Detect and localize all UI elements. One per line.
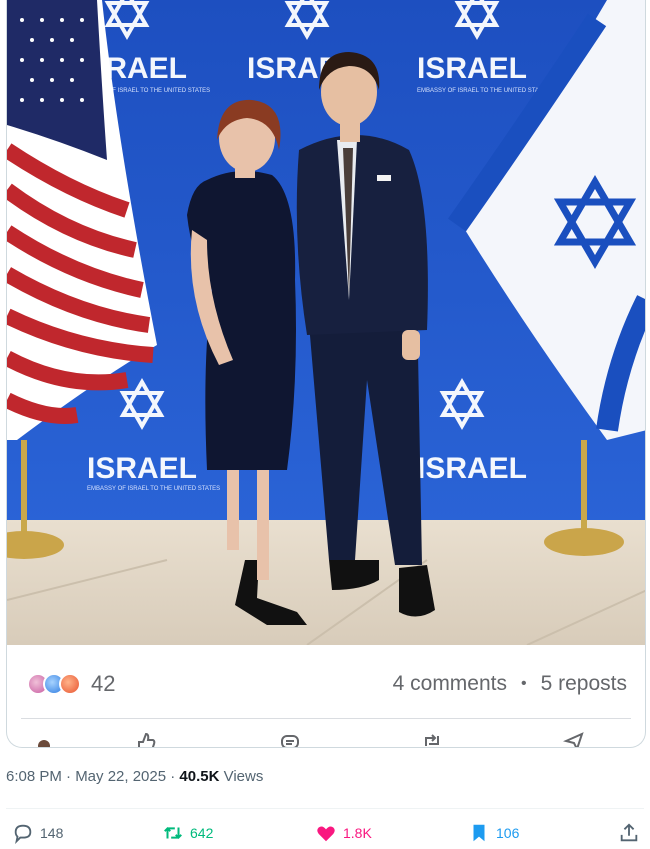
post-action-row <box>7 726 645 747</box>
banner-text: ISRAEL <box>417 452 527 485</box>
banner-subtext: EMBASSY OF ISRAEL TO THE UNITED STATES <box>417 88 550 94</box>
timestamp[interactable]: 6:08 PM · May 22, 2025 · <box>6 768 179 785</box>
like-count: 1.8K <box>343 825 372 841</box>
comments-link[interactable]: 4 comments <box>393 672 507 696</box>
banner-text: ISRAEL <box>87 452 197 485</box>
retweet-icon <box>164 826 182 840</box>
love-icon <box>59 673 81 695</box>
engagement-counts: 4 comments • 5 reposts <box>393 672 627 696</box>
avatar[interactable] <box>33 730 55 747</box>
divider <box>21 718 631 719</box>
like-icon[interactable] <box>135 730 157 747</box>
repost-icon[interactable] <box>421 730 443 747</box>
retweet-count: 642 <box>190 825 214 841</box>
reaction-count[interactable]: 42 <box>91 671 115 697</box>
reply-button[interactable]: 148 <box>12 822 63 844</box>
dot-separator: • <box>521 675 527 692</box>
reply-count: 148 <box>40 825 64 841</box>
views-count: 40.5K <box>179 768 220 785</box>
reposts-link[interactable]: 5 reposts <box>541 672 627 696</box>
heart-icon <box>317 826 335 842</box>
banner-subtext: EMBASSY OF ISRAEL TO THE UNITED STATES <box>87 486 220 492</box>
reactions-bar: 42 4 comments • 5 reposts <box>7 645 645 723</box>
comment-icon[interactable] <box>279 730 301 747</box>
reaction-emojis[interactable] <box>27 673 81 695</box>
divider <box>6 808 644 809</box>
like-button[interactable]: 1.8K <box>315 822 372 844</box>
embedded-post-card[interactable]: ISRAEL ISRAEL ISRAEL ISRAEL ISRAEL EMBAS… <box>6 0 646 748</box>
tweet-actions: 148 642 1.8K 106 <box>0 822 650 849</box>
post-photo[interactable]: ISRAEL ISRAEL ISRAEL ISRAEL ISRAEL EMBAS… <box>7 0 646 645</box>
bookmark-button[interactable]: 106 <box>468 822 519 844</box>
share-button[interactable] <box>618 822 640 844</box>
banner-text: ISRAEL <box>417 52 527 85</box>
share-icon <box>620 823 638 842</box>
reply-icon <box>14 824 32 844</box>
bookmark-icon <box>473 824 485 842</box>
views-label: Views <box>219 768 264 785</box>
post-meta: 6:08 PM · May 22, 2025 · 40.5K Views <box>6 768 263 785</box>
send-icon[interactable] <box>562 730 585 747</box>
retweet-button[interactable]: 642 <box>162 822 213 844</box>
bookmark-count: 106 <box>496 825 520 841</box>
